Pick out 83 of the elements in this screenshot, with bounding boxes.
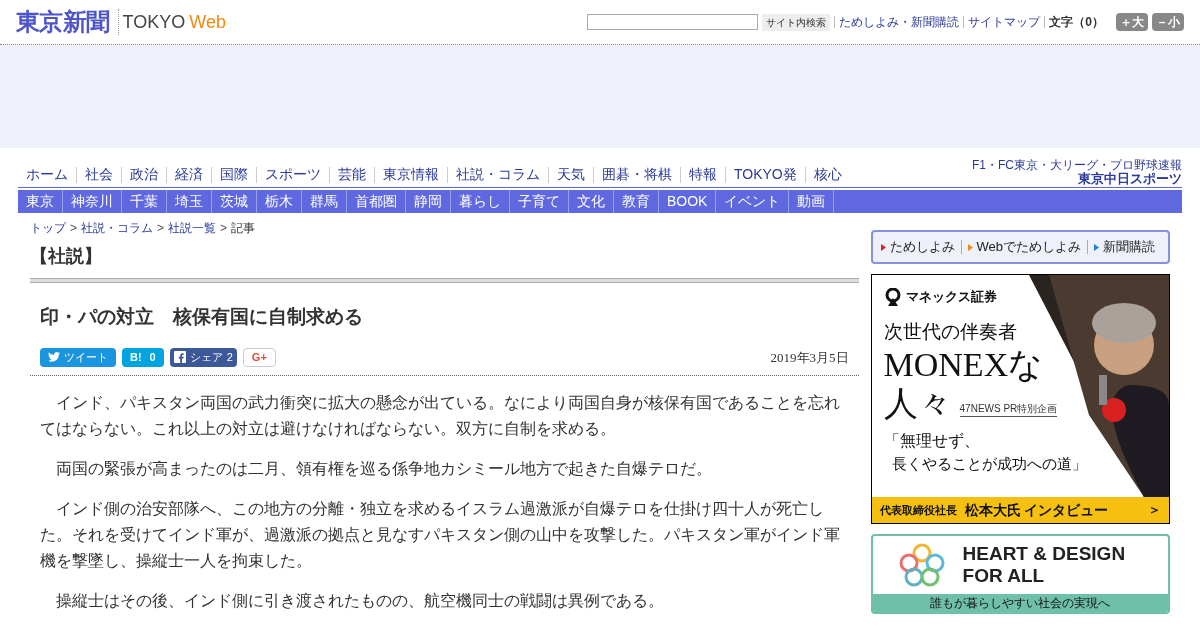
sports-logo[interactable]: 東京中日スポーツ: [1078, 172, 1182, 185]
nav-link[interactable]: TOKYO発: [726, 164, 805, 185]
header-link[interactable]: サイトマップ: [968, 13, 1041, 31]
breadcrumb-separator: >: [70, 220, 77, 237]
search-field[interactable]: [587, 14, 759, 30]
ad-footer-arrow: ＞: [1148, 501, 1161, 520]
subscription-link[interactable]: 新聞購読: [1103, 237, 1156, 257]
nav-link[interactable]: 社会: [77, 164, 121, 185]
bird-icon: [48, 352, 60, 363]
breadcrumb-link[interactable]: 社説一覧: [168, 219, 217, 237]
share-count: 2: [226, 350, 233, 365]
region-tab[interactable]: 動画: [789, 190, 835, 213]
nav-link[interactable]: 天気: [549, 164, 593, 185]
region-tab[interactable]: 東京: [18, 190, 63, 213]
nav-link[interactable]: 核心: [805, 164, 850, 185]
ad-footer-label: 代表取締役社長: [879, 502, 957, 518]
nav-link[interactable]: 政治: [122, 164, 166, 185]
nav-link[interactable]: 東京情報: [375, 164, 447, 185]
share-label: シェア: [189, 350, 223, 365]
ad-footer-name: 松本大氏 インタビュー: [964, 500, 1109, 520]
nav-link[interactable]: 特報: [681, 164, 725, 185]
site-name-accent: Web: [189, 10, 226, 34]
region-tab[interactable]: 茨城: [212, 190, 257, 213]
article-paragraph: 両国の緊張が高まったのは二月、領有権を巡る係争地カシミール地方で起きた自爆テロだ。: [55, 459, 713, 479]
region-tab[interactable]: BOOK: [659, 190, 717, 213]
search-button[interactable]: サイト内検索: [762, 13, 831, 31]
nav-link[interactable]: 社説・コラム: [448, 164, 548, 185]
site-name: TOKYO: [122, 10, 186, 34]
article-paragraph: 操縦士はその後、インド側に引き渡されたものの、航空機同士の戦闘は異例である。: [55, 591, 665, 611]
ad-banner[interactable]: HEART & DESIGN FOR ALL 誰もが暮らしやすい社会の実現へ: [870, 534, 1170, 614]
share-button[interactable]: シェア 2: [169, 347, 237, 367]
sports-caption[interactable]: F1・FC東京・大リーグ・プロ野球速報: [972, 159, 1182, 171]
region-tab[interactable]: イベント: [716, 190, 790, 213]
font-size-label: 文字（0）: [1049, 14, 1104, 31]
header-link[interactable]: ためしよみ・新聞購読: [839, 13, 960, 31]
breadcrumb-link[interactable]: 社説・コラム: [81, 219, 153, 237]
ad-tag: 47NEWS PR特別企画: [959, 401, 1058, 417]
ad-title: MONEXな: [883, 345, 1044, 385]
ad-lead: 次世代の伴奏者: [883, 318, 1017, 344]
subscription-link[interactable]: Webでためしよみ: [976, 237, 1082, 257]
region-tab[interactable]: 子育て: [510, 190, 569, 213]
google-plus-button[interactable]: G+: [242, 347, 276, 367]
bookmark-label: B!: [130, 350, 142, 365]
ad-caption: 誰もが暮らしやすい社会の実現へ: [872, 594, 1168, 612]
region-tab[interactable]: 神奈川: [63, 190, 122, 213]
nav-link[interactable]: スポーツ: [257, 164, 329, 185]
ad-quote: 「無理せず、: [883, 431, 980, 451]
font-size-button[interactable]: －小: [1152, 13, 1184, 31]
article-date: 2019年3月5日: [770, 348, 849, 367]
subscription-link[interactable]: ためしよみ: [889, 237, 955, 257]
ad-heading: FOR ALL: [962, 565, 1046, 587]
tweet-label: ツイート: [64, 350, 108, 365]
brand-name: マネックス証券: [905, 288, 997, 306]
nav-link[interactable]: ホーム: [18, 164, 76, 185]
article-title: 印・パの対立 核保有国に自制求める: [40, 305, 364, 329]
region-tab[interactable]: 群馬: [302, 190, 347, 213]
region-tab[interactable]: 暮らし: [451, 190, 510, 213]
breadcrumb-link[interactable]: トップ: [30, 219, 66, 237]
nav-link[interactable]: 国際: [212, 164, 256, 185]
region-tab[interactable]: 首都圏: [347, 190, 406, 213]
region-tab[interactable]: 千葉: [122, 190, 167, 213]
region-tab[interactable]: 文化: [569, 190, 614, 213]
facebook-icon: [173, 351, 186, 364]
breadcrumb-separator: >: [220, 220, 228, 237]
bookmark-count: 0: [149, 350, 156, 365]
ad-title: 人々: [883, 385, 952, 423]
region-tab[interactable]: 埼玉: [167, 190, 212, 213]
ad-banner[interactable]: マネックス証券 次世代の伴奏者 MONEXな 人々 47NEWS PR特別企画 「無理せず、 長くやることが成功への道」 代表取締役社長 松本大氏 インタビュー ＞: [870, 274, 1170, 524]
nav-link[interactable]: 経済: [167, 164, 211, 185]
newspaper-logo[interactable]: 東京新聞: [16, 4, 110, 40]
section-title: 【社説】: [30, 245, 103, 268]
breadcrumb-separator: >: [157, 220, 165, 237]
nav-link[interactable]: 芸能: [330, 164, 374, 185]
ad-heading: HEART & DESIGN: [962, 543, 1126, 565]
current-page-label: 記事: [231, 220, 256, 237]
article-paragraph: インド側の治安部隊へ、この地方の分離・独立を求めるイスラム過激派が自爆テロを仕掛け四十人が死亡した。それを受けてインド軍が、過激派の拠点と見なすパキスタン側の山中を攻撃した。パキスタン軍がインド軍機を撃墜し、操縦士一人を拘束した。: [40, 499, 841, 571]
region-tab[interactable]: 栃木: [257, 190, 302, 213]
article-paragraph: インド、パキスタン両国の武力衝突に拡大の懸念が出ている。なにより両国自身が核保有国であることを忘れてはならない。これ以上の対立は避けなければならない。双方に自制を求める。: [40, 393, 841, 439]
monex-logo-icon: [883, 287, 902, 306]
region-tab[interactable]: 教育: [614, 190, 659, 213]
region-tab[interactable]: 静岡: [406, 190, 451, 213]
nav-link[interactable]: 囲碁・将棋: [594, 164, 680, 185]
font-size-button[interactable]: ＋大: [1116, 13, 1148, 31]
